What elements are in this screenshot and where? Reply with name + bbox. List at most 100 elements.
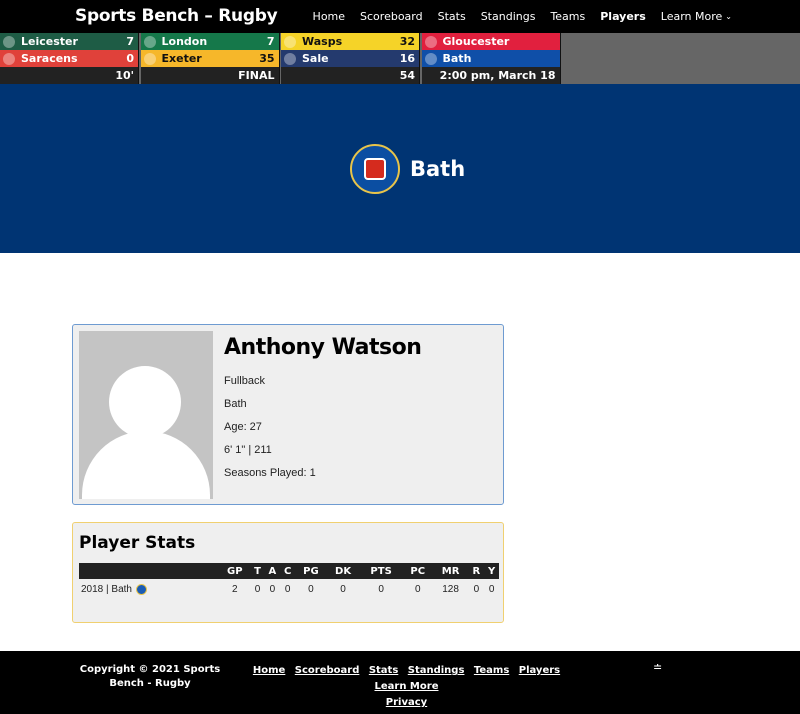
stats-header-cell: DK xyxy=(326,563,360,579)
stat-cell: 0 xyxy=(308,583,314,595)
stats-header-cell xyxy=(79,563,219,579)
chevron-down-icon: ⌄ xyxy=(725,12,732,21)
stats-header-cell: GP xyxy=(219,563,251,579)
scoreboard-game[interactable]: Leicester 7 Saracens 0 10' xyxy=(0,33,139,84)
footer-links: Home Scoreboard Stats Standings Teams Pl… xyxy=(244,662,574,710)
game-status: FINAL xyxy=(140,67,279,84)
player-seasons: Seasons Played: 1 xyxy=(224,467,316,479)
team-logo-icon xyxy=(424,35,437,48)
footer-link-standings[interactable]: Standings xyxy=(408,665,465,676)
footer-link-home[interactable]: Home xyxy=(253,665,285,676)
scoreboard-game[interactable]: Wasps 32 Sale 16 54 xyxy=(281,33,420,84)
stat-cell: 0 xyxy=(269,583,276,595)
game-status: 2:00 pm, March 18 xyxy=(421,67,560,84)
stats-header-cell: MR xyxy=(432,563,469,579)
season-cell: 2018 | Bath xyxy=(79,579,219,599)
away-team-row: Leicester 7 xyxy=(0,33,138,50)
nav-teams[interactable]: Teams xyxy=(550,10,585,23)
home-team-row: Saracens 0 xyxy=(0,50,138,67)
team-name: Bath xyxy=(442,52,472,65)
team-logo-icon xyxy=(143,52,156,65)
player-height-weight: 6' 1" | 211 xyxy=(224,444,272,456)
player-age: Age: 27 xyxy=(224,421,262,433)
site-header: Sports Bench – Rugby Home Scoreboard Sta… xyxy=(0,0,800,33)
team-name: London xyxy=(161,35,208,48)
stats-header-cell: R xyxy=(468,563,485,579)
stats-header-cell: C xyxy=(280,563,296,579)
team-score: 7 xyxy=(126,35,134,48)
team-score: 16 xyxy=(399,52,415,65)
nav-stats[interactable]: Stats xyxy=(438,10,466,23)
stat-cell: 0 xyxy=(414,583,421,595)
main-nav: Home Scoreboard Stats Standings Teams Pl… xyxy=(313,10,732,23)
stats-table: GP T A C PG DK PTS PC MR R Y 2018 | Bath 2 0 0 0 0 0 0 0 12… xyxy=(79,563,499,599)
stat-cell: 0 xyxy=(488,583,495,595)
home-team-row: Bath xyxy=(421,50,560,67)
stats-header-cell: Y xyxy=(484,563,499,579)
footer-link-teams[interactable]: Teams xyxy=(474,665,509,676)
footer-link-players[interactable]: Players xyxy=(519,665,560,676)
stat-cell: 0 xyxy=(378,583,384,595)
nav-standings[interactable]: Standings xyxy=(481,10,536,23)
rss-icon[interactable]: ≐ xyxy=(653,661,662,674)
stats-title: Player Stats xyxy=(79,533,196,553)
site-footer: Copyright © 2021 Sports Bench - Rugby Ho… xyxy=(0,651,800,714)
player-position: Fullback xyxy=(224,375,265,387)
stats-header-cell: T xyxy=(250,563,265,579)
team-logo-icon xyxy=(3,35,15,48)
player-avatar-icon xyxy=(79,331,213,499)
team-name: Bath xyxy=(410,157,466,181)
nav-players[interactable]: Players xyxy=(600,10,646,23)
site-title[interactable]: Sports Bench – Rugby xyxy=(75,6,278,26)
bath-rugby-logo-icon xyxy=(350,144,400,194)
stat-cell: 0 xyxy=(284,583,291,595)
nav-scoreboard[interactable]: Scoreboard xyxy=(360,10,423,23)
team-logo-icon xyxy=(284,35,296,48)
stat-cell: 0 xyxy=(340,583,346,595)
nav-learn-more-label: Learn More xyxy=(660,10,723,23)
away-team-row: Gloucester xyxy=(421,33,560,50)
player-stats-card: Player Stats GP T A C PG DK PTS PC MR R Y 2018 | B… xyxy=(72,522,504,623)
stats-header-cell: A xyxy=(264,563,281,579)
stat-cell: 0 xyxy=(254,583,261,595)
scoreboard: Leicester 7 Saracens 0 10' London 7 Exeter 35 FIN… xyxy=(0,33,800,84)
game-status: 10' xyxy=(0,67,138,84)
stats-header-cell: PG xyxy=(295,563,327,579)
stats-header-cell: PTS xyxy=(359,563,403,579)
team-logo-icon xyxy=(3,52,15,65)
nav-home[interactable]: Home xyxy=(313,10,345,23)
game-status: 54 xyxy=(281,67,419,84)
nav-learn-more[interactable]: Learn More ⌄ xyxy=(661,10,732,23)
stat-cell: 2 xyxy=(232,583,238,595)
team-name: Exeter xyxy=(161,52,202,65)
footer-link-scoreboard[interactable]: Scoreboard xyxy=(295,665,360,676)
stat-cell: 0 xyxy=(473,583,480,595)
home-team-row: Sale 16 xyxy=(281,50,419,67)
team-score: 32 xyxy=(399,35,415,48)
team-name: Leicester xyxy=(21,35,78,48)
team-name: Sale xyxy=(302,52,329,65)
team-logo-icon xyxy=(424,52,437,65)
team-score: 35 xyxy=(259,52,275,65)
team-score: 7 xyxy=(266,35,275,48)
copyright: Copyright © 2021 Sports Bench - Rugby xyxy=(79,664,221,689)
bath-logo-icon xyxy=(135,583,147,595)
home-team-row: Exeter 35 xyxy=(140,50,279,67)
footer-link-learn-more[interactable]: Learn More xyxy=(375,681,439,692)
stat-cell: 128 xyxy=(442,583,459,595)
season-label: 2018 | Bath xyxy=(81,583,132,595)
team-logo-icon xyxy=(143,35,156,48)
team-hero: Bath xyxy=(0,84,800,253)
team-name: Saracens xyxy=(21,52,78,65)
away-team-row: Wasps 32 xyxy=(281,33,419,50)
footer-link-privacy[interactable]: Privacy xyxy=(386,697,427,708)
player-team: Bath xyxy=(224,398,247,410)
stats-row: 2018 | Bath 2 0 0 0 0 0 0 0 128 0 0 xyxy=(79,579,499,599)
away-team-row: London 7 xyxy=(140,33,279,50)
player-card: Anthony Watson Fullback Bath Age: 27 6' … xyxy=(72,324,504,505)
scoreboard-game[interactable]: Gloucester Bath 2:00 pm, March 18 xyxy=(421,33,561,84)
footer-link-stats[interactable]: Stats xyxy=(369,665,398,676)
scoreboard-game[interactable]: London 7 Exeter 35 FINAL xyxy=(140,33,280,84)
player-name: Anthony Watson xyxy=(224,335,422,360)
team-name: Wasps xyxy=(302,35,343,48)
